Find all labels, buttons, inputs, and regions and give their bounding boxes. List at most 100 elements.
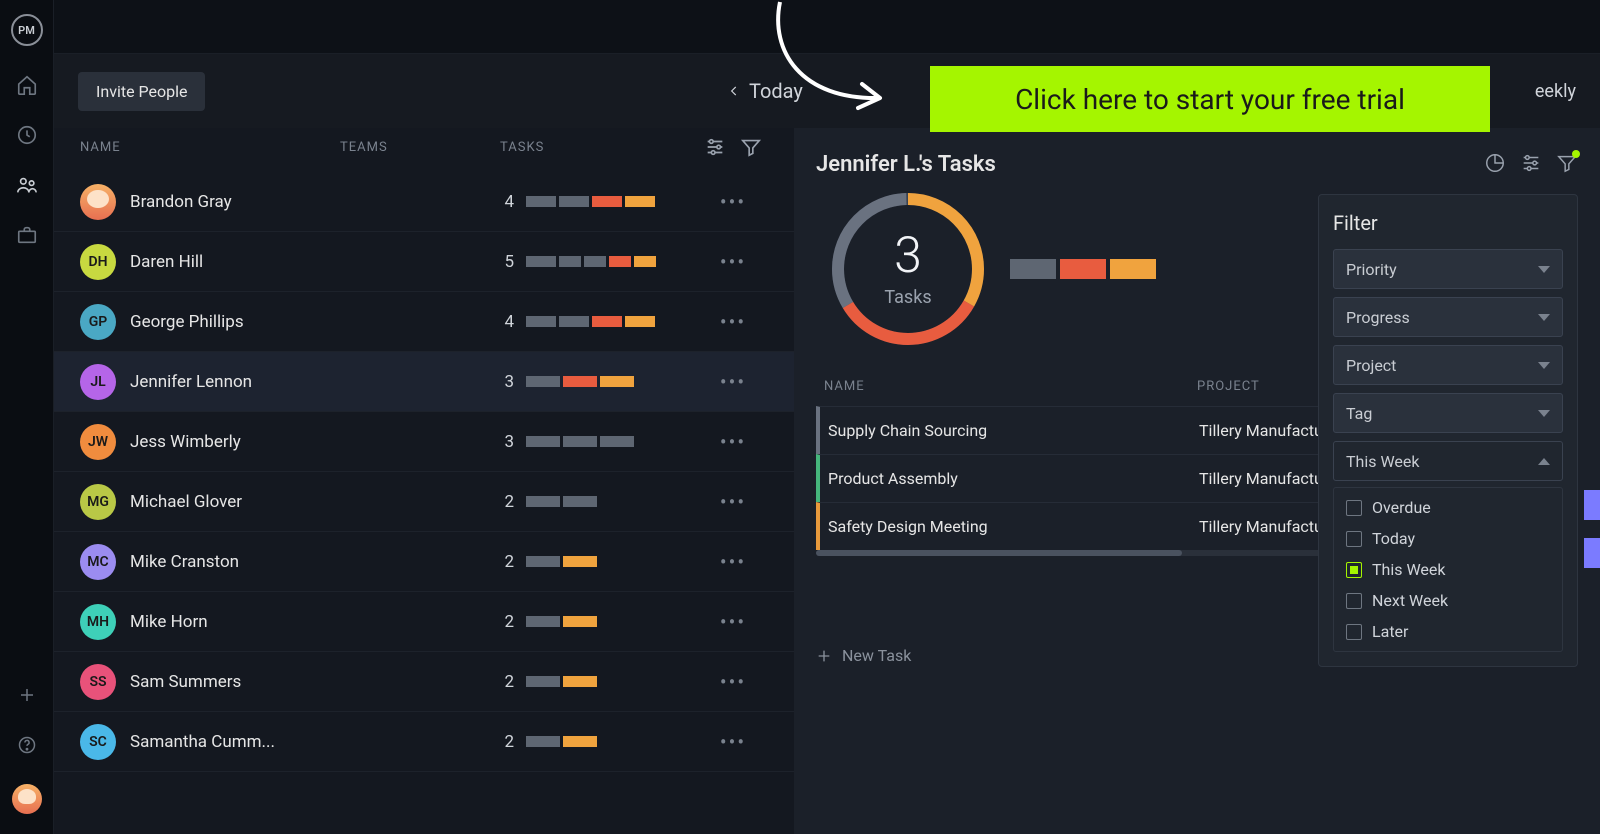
task-status-bars xyxy=(526,316,655,327)
avatar: GP xyxy=(80,304,116,340)
task-name: Product Assembly xyxy=(828,469,1199,488)
detail-title: Jennifer L.'s Tasks xyxy=(816,152,1578,177)
chevron-down-icon xyxy=(1538,266,1550,273)
avatar: SC xyxy=(80,724,116,760)
filter-option[interactable]: Overdue xyxy=(1346,498,1550,517)
help-icon[interactable] xyxy=(16,734,38,756)
col-task-name: NAME xyxy=(824,379,1197,394)
home-icon[interactable] xyxy=(16,74,38,96)
task-status-bars xyxy=(526,676,597,687)
filter-select-tag[interactable]: Tag xyxy=(1333,393,1563,433)
task-status-bars xyxy=(526,556,597,567)
filter-select-priority[interactable]: Priority xyxy=(1333,249,1563,289)
user-row[interactable]: DH Daren Hill 5 ••• xyxy=(54,232,794,292)
filter-select-timeframe[interactable]: This Week xyxy=(1333,441,1563,481)
user-row[interactable]: SCSamantha Cumm... 2 ••• xyxy=(54,712,794,772)
more-menu-icon[interactable]: ••• xyxy=(698,550,768,574)
view-toggle[interactable]: eekly xyxy=(1535,81,1576,102)
filter-option[interactable]: Today xyxy=(1346,529,1550,548)
more-menu-icon[interactable]: ••• xyxy=(698,490,768,514)
checkbox-icon xyxy=(1346,624,1362,640)
task-detail-panel: Jennifer L.'s Tasks 3 Tasks NAME PROJECT… xyxy=(794,128,1600,834)
current-user-avatar[interactable] xyxy=(12,784,42,814)
sliders-icon[interactable] xyxy=(704,136,726,158)
more-menu-icon[interactable]: ••• xyxy=(698,250,768,274)
plus-icon[interactable] xyxy=(16,684,38,706)
cta-free-trial[interactable]: Click here to start your free trial xyxy=(930,66,1490,132)
user-row[interactable]: MCMike Cranston 2 ••• xyxy=(54,532,794,592)
user-name: Mike Horn xyxy=(130,612,208,632)
col-name: NAME xyxy=(80,140,340,155)
task-status-bars xyxy=(526,256,656,267)
today-label: Today xyxy=(749,79,803,103)
filter-title: Filter xyxy=(1333,211,1563,235)
filter-option[interactable]: Later xyxy=(1346,622,1550,641)
chevron-down-icon xyxy=(1538,362,1550,369)
user-row[interactable]: JWJess Wimberly 3 ••• xyxy=(54,412,794,472)
avatar xyxy=(80,184,116,220)
chevron-up-icon xyxy=(1538,458,1550,465)
user-row[interactable]: GPGeorge Phillips 4 ••• xyxy=(54,292,794,352)
date-navigator[interactable]: Today xyxy=(727,79,803,103)
task-status-bars xyxy=(526,736,597,747)
more-menu-icon[interactable]: ••• xyxy=(698,730,768,754)
avatar: MC xyxy=(80,544,116,580)
app-logo[interactable]: PM xyxy=(11,14,43,46)
more-menu-icon[interactable]: ••• xyxy=(698,190,768,214)
task-status-bars xyxy=(526,616,597,627)
user-name: Brandon Gray xyxy=(130,192,232,212)
task-status-bars xyxy=(526,496,597,507)
task-count: 4 xyxy=(500,312,514,332)
topbar xyxy=(54,0,1600,54)
chart-pie-icon[interactable] xyxy=(1484,152,1506,174)
filter-option[interactable]: This Week xyxy=(1346,560,1550,579)
plus-icon xyxy=(816,648,832,664)
chevron-left-icon[interactable] xyxy=(727,84,741,98)
filter-icon[interactable] xyxy=(1556,152,1578,174)
more-menu-icon[interactable]: ••• xyxy=(698,370,768,394)
chevron-down-icon xyxy=(1538,314,1550,321)
mini-status-bar xyxy=(1010,259,1156,279)
user-name: Daren Hill xyxy=(130,252,203,272)
user-row[interactable]: MGMichael Glover 2 ••• xyxy=(54,472,794,532)
avatar: MH xyxy=(80,604,116,640)
more-menu-icon[interactable]: ••• xyxy=(698,610,768,634)
chevron-down-icon xyxy=(1538,410,1550,417)
avatar: DH xyxy=(80,244,116,280)
filter-panel: Filter Priority Progress Project Tag This W… xyxy=(1318,194,1578,667)
user-row[interactable]: MH Mike Horn 2 ••• xyxy=(54,592,794,652)
clock-icon[interactable] xyxy=(16,124,38,146)
edge-indicator xyxy=(1584,538,1600,568)
filter-select-progress[interactable]: Progress xyxy=(1333,297,1563,337)
task-count: 3 xyxy=(500,372,514,392)
filter-options: Overdue Today This Week Next Week Later xyxy=(1333,487,1563,652)
avatar: JW xyxy=(80,424,116,460)
task-name: Safety Design Meeting xyxy=(828,517,1199,536)
task-count: 2 xyxy=(500,492,514,512)
briefcase-icon[interactable] xyxy=(16,224,38,246)
col-tasks: TASKS xyxy=(500,140,698,155)
user-row[interactable]: SSSam Summers 2 ••• xyxy=(54,652,794,712)
sliders-icon[interactable] xyxy=(1520,152,1542,174)
col-teams: TEAMS xyxy=(340,140,500,155)
filter-option[interactable]: Next Week xyxy=(1346,591,1550,610)
nav-rail: PM xyxy=(0,0,54,834)
donut-label: Tasks xyxy=(884,287,931,308)
filter-icon[interactable] xyxy=(740,136,762,158)
checkbox-icon xyxy=(1346,531,1362,547)
user-row[interactable]: Brandon Gray 4 ••• xyxy=(54,172,794,232)
user-row[interactable]: JLJennifer Lennon 3 ••• xyxy=(54,352,794,412)
people-icon[interactable] xyxy=(16,174,38,196)
user-name: Sam Summers xyxy=(130,672,241,692)
more-menu-icon[interactable]: ••• xyxy=(698,310,768,334)
more-menu-icon[interactable]: ••• xyxy=(698,670,768,694)
task-count: 2 xyxy=(500,612,514,632)
task-status-bars xyxy=(526,196,655,207)
avatar: SS xyxy=(80,664,116,700)
task-count: 5 xyxy=(500,252,514,272)
invite-people-button[interactable]: Invite People xyxy=(78,72,205,111)
more-menu-icon[interactable]: ••• xyxy=(698,430,768,454)
user-list-panel: NAME TEAMS TASKS Brandon Gray 4 ••• DH Da… xyxy=(54,128,794,834)
task-count: 3 xyxy=(500,432,514,452)
filter-select-project[interactable]: Project xyxy=(1333,345,1563,385)
